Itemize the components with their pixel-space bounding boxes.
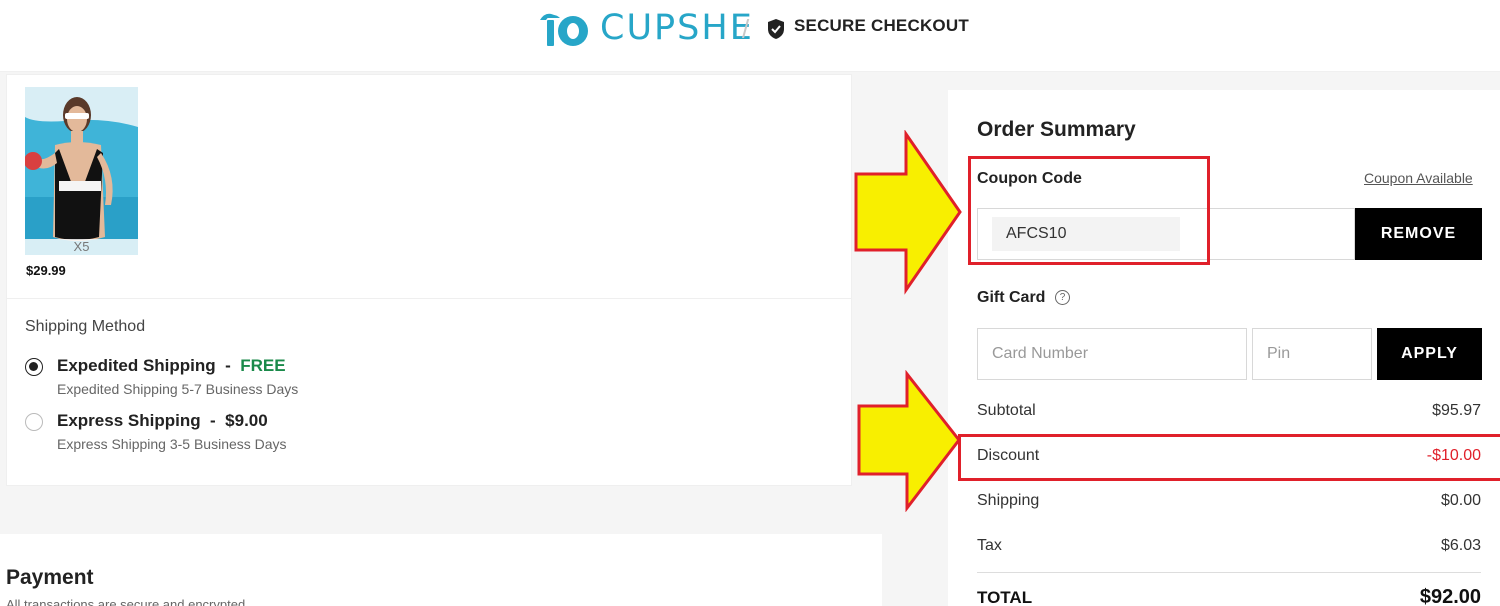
expedited-shipping-radio[interactable] <box>25 358 43 376</box>
total-value: $92.00 <box>1419 586 1481 606</box>
shipping-value: $0.00 <box>1440 492 1481 509</box>
express-shipping-option[interactable]: Express Shipping - $9.00 <box>57 411 268 431</box>
expedited-shipping-option[interactable]: Expedited Shipping - FREE <box>57 356 286 376</box>
tax-label: Tax <box>977 537 1002 554</box>
product-price: $29.99 <box>26 263 66 278</box>
payment-title: Payment <box>6 566 94 589</box>
payment-card <box>0 534 882 606</box>
express-shipping-radio[interactable] <box>25 413 43 431</box>
header-separator: / <box>742 14 750 44</box>
checkout-header: CUPSHE / SECURE CHECKOUT <box>0 0 1500 72</box>
tax-value: $6.03 <box>1440 537 1481 554</box>
swimsuit-model-image <box>25 87 138 255</box>
shield-check-icon <box>768 19 784 39</box>
expedited-shipping-sep: - <box>225 356 231 375</box>
shipping-method-title: Shipping Method <box>25 318 146 335</box>
payment-subtitle: All transactions are secure and encrypte… <box>6 597 249 606</box>
pin-input[interactable]: Pin <box>1252 328 1372 380</box>
remove-coupon-button[interactable]: REMOVE <box>1355 208 1482 260</box>
secure-checkout-label: SECURE CHECKOUT <box>794 16 969 35</box>
expedited-shipping-detail: Expedited Shipping 5-7 Business Days <box>57 381 299 397</box>
subtotal-value: $95.97 <box>1432 402 1481 419</box>
expedited-shipping-name: Expedited Shipping <box>57 356 216 375</box>
card-number-input[interactable]: Card Number <box>977 328 1247 380</box>
expedited-shipping-price: FREE <box>240 356 286 375</box>
total-label: TOTAL <box>977 588 1033 606</box>
annotation-arrow-icon <box>857 370 961 512</box>
annotation-arrow-icon <box>854 130 962 295</box>
subtotal-label: Subtotal <box>977 402 1036 419</box>
discount-highlight-box <box>958 434 1500 481</box>
express-shipping-detail: Express Shipping 3-5 Business Days <box>57 436 287 452</box>
order-summary-title: Order Summary <box>977 118 1136 141</box>
brand-name[interactable]: CUPSHE <box>600 8 754 48</box>
apply-gift-card-button[interactable]: APPLY <box>1377 328 1482 380</box>
coupon-highlight-box <box>968 156 1210 265</box>
gift-card-label: Gift Card <box>977 289 1046 306</box>
express-shipping-name: Express Shipping <box>57 411 201 430</box>
express-shipping-price: $9.00 <box>225 411 268 430</box>
question-circle-icon[interactable]: ? <box>1055 290 1070 305</box>
product-image[interactable]: X5 <box>25 87 138 255</box>
express-shipping-sep: - <box>210 411 216 430</box>
total-divider <box>977 572 1481 573</box>
coupon-available-link[interactable]: Coupon Available <box>1364 170 1473 186</box>
quantity-label: X5 <box>25 239 138 255</box>
palm-10-logo-icon[interactable] <box>536 8 590 48</box>
shipping-label: Shipping <box>977 492 1040 509</box>
